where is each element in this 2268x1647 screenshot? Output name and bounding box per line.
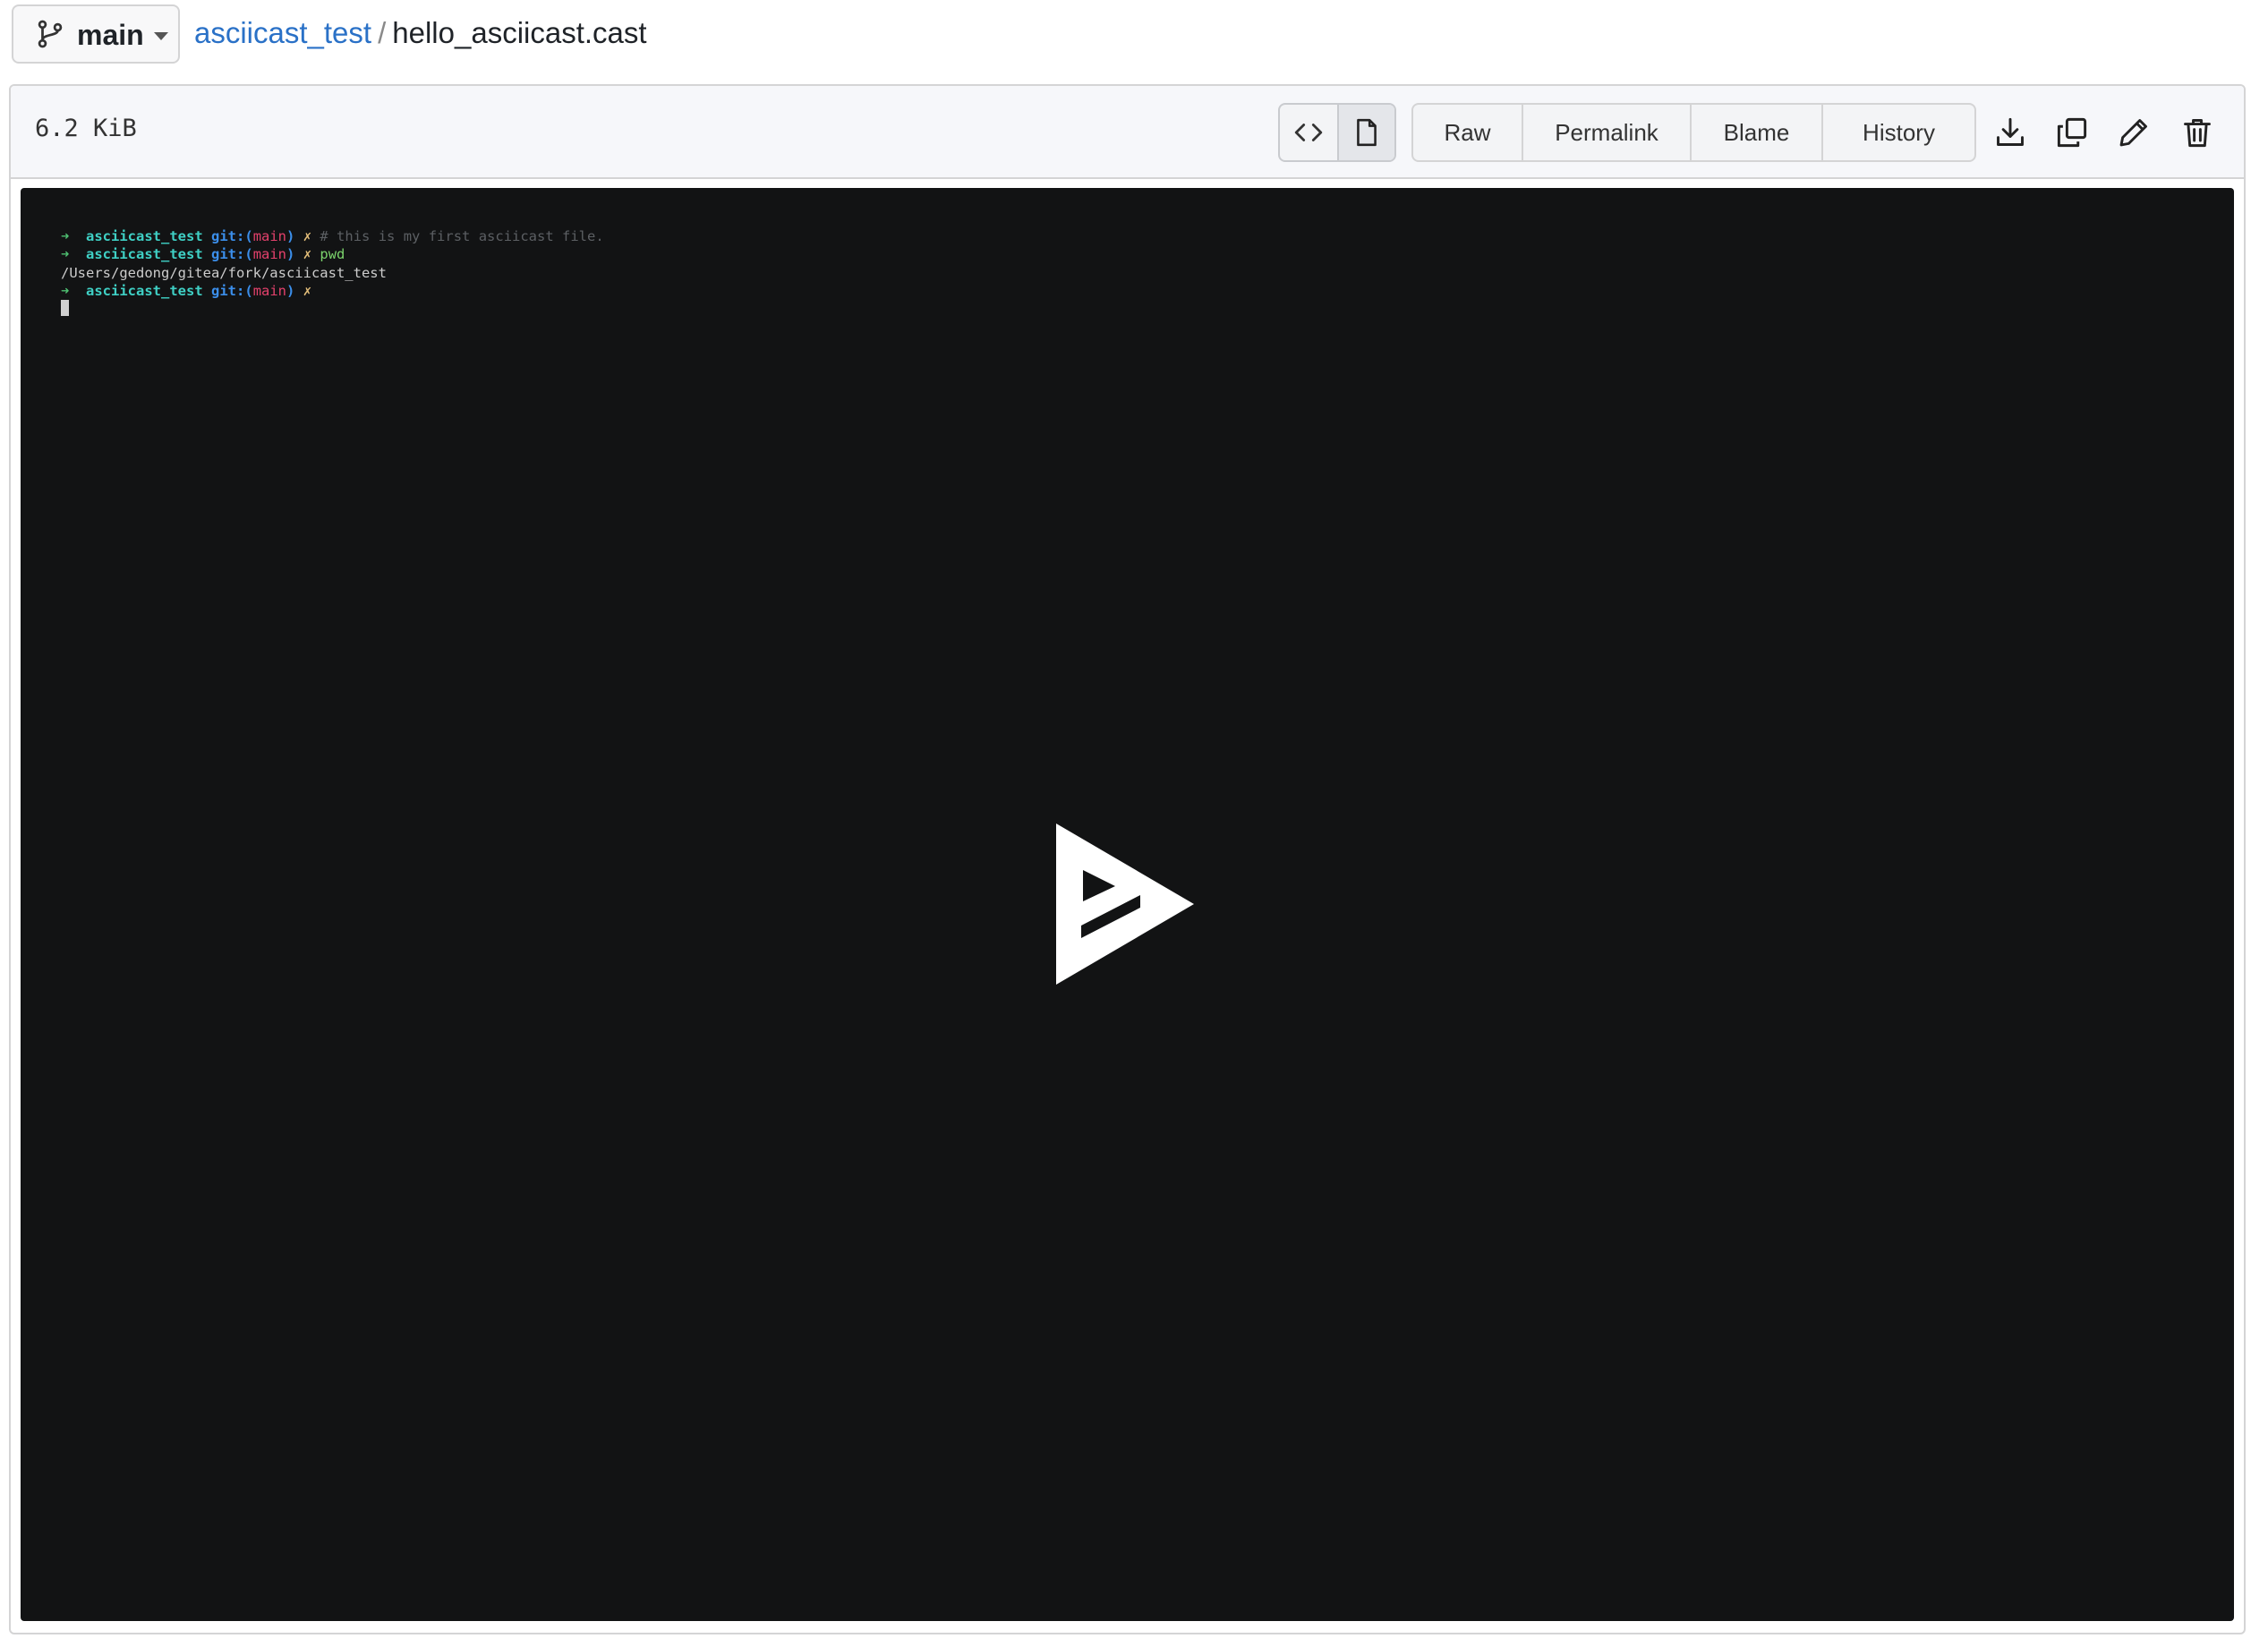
breadcrumb-repo-link[interactable]: asciicast_test — [194, 16, 371, 49]
terminal-command: pwd — [320, 246, 345, 263]
terminal-screen: ➜ asciicast_test git:(main) ✗ # this is … — [61, 227, 604, 318]
breadcrumb-separator: / — [378, 16, 387, 49]
file-view: 6.2 KiB Raw Permalink Blame History ➜ as… — [9, 84, 2246, 1634]
blame-button[interactable]: Blame — [1690, 105, 1821, 160]
delete-button[interactable] — [2179, 115, 2215, 150]
code-icon — [1294, 124, 1323, 141]
copy-button[interactable] — [2054, 115, 2090, 150]
view-source-button[interactable] — [1280, 105, 1337, 160]
asciicast-player[interactable]: ➜ asciicast_test git:(main) ✗ # this is … — [21, 188, 2234, 1621]
terminal-comment: # this is my first asciicast file. — [320, 228, 604, 244]
file-icon — [1357, 118, 1377, 147]
breadcrumb-file-name: hello_asciicast.cast — [392, 16, 647, 49]
prompt-branch: main — [252, 228, 287, 244]
prompt-dir: asciicast_test — [86, 282, 203, 299]
top-bar: main asciicast_test / hello_asciicast.cast — [0, 0, 2268, 72]
prompt-git-close: ) — [286, 246, 295, 263]
terminal-line: ➜ asciicast_test git:(main) ✗ pwd — [61, 245, 604, 263]
prompt-branch: main — [252, 282, 287, 299]
chevron-down-icon — [154, 32, 168, 40]
branch-label: main — [77, 19, 144, 51]
prompt-arrow: ➜ — [61, 246, 70, 263]
edit-icon — [2119, 119, 2147, 147]
breadcrumb: asciicast_test / hello_asciicast.cast — [194, 15, 647, 51]
download-icon — [1997, 117, 2024, 146]
asciinema-play-icon[interactable] — [1056, 824, 1199, 985]
raw-button[interactable]: Raw — [1413, 105, 1522, 160]
prompt-dirty-mark: ✗ — [303, 282, 312, 299]
file-header: 6.2 KiB Raw Permalink Blame History — [11, 86, 2244, 179]
terminal-cursor — [61, 300, 69, 317]
file-size: 6.2 KiB — [35, 115, 137, 142]
terminal-line — [61, 300, 604, 318]
permalink-button[interactable]: Permalink — [1522, 105, 1690, 160]
prompt-branch: main — [252, 246, 287, 263]
prompt-dir: asciicast_test — [86, 228, 203, 244]
view-toggle — [1278, 103, 1396, 162]
prompt-dirty-mark: ✗ — [303, 228, 312, 244]
terminal-line: /Users/gedong/gitea/fork/asciicast_test — [61, 264, 604, 282]
terminal-line: ➜ asciicast_test git:(main) ✗ — [61, 282, 604, 300]
download-button[interactable] — [1992, 115, 2028, 150]
prompt-arrow: ➜ — [61, 282, 70, 299]
view-rendered-button[interactable] — [1336, 105, 1394, 160]
delete-icon — [2184, 119, 2211, 148]
prompt-git: git:( — [211, 282, 253, 299]
prompt-dir: asciicast_test — [86, 246, 203, 263]
prompt-git: git:( — [211, 228, 253, 244]
terminal-line: ➜ asciicast_test git:(main) ✗ # this is … — [61, 227, 604, 245]
prompt-arrow: ➜ — [61, 228, 70, 244]
copy-icon — [2057, 117, 2087, 148]
branch-selector-button[interactable]: main — [12, 4, 180, 64]
prompt-git-close: ) — [286, 228, 295, 244]
file-action-buttons: Raw Permalink Blame History — [1411, 103, 1976, 162]
terminal-output: /Users/gedong/gitea/fork/asciicast_test — [61, 264, 387, 281]
edit-button[interactable] — [2116, 115, 2152, 150]
history-button[interactable]: History — [1821, 105, 1974, 160]
prompt-dirty-mark: ✗ — [303, 246, 312, 263]
prompt-git-close: ) — [286, 282, 295, 299]
git-branch-icon — [38, 20, 63, 48]
prompt-git: git:( — [211, 246, 253, 263]
